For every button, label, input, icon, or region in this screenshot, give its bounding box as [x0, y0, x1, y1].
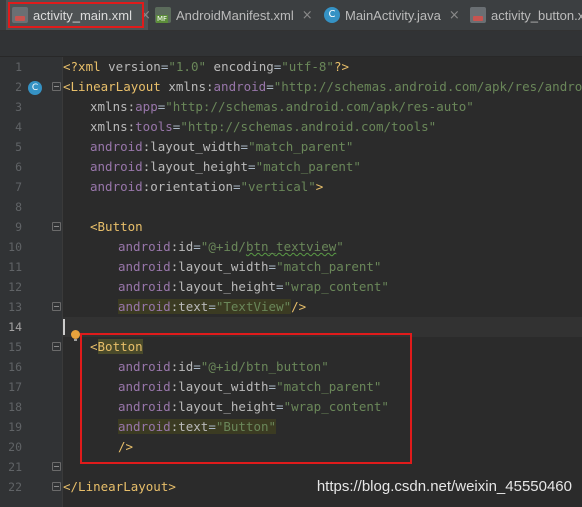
tab-activity-main-xml[interactable]: activity_main.xml ×: [6, 0, 151, 30]
fold-toggle-icon[interactable]: [52, 82, 61, 91]
line-number: 20: [8, 440, 22, 454]
code-line-22: </LinearLayout>: [63, 479, 176, 494]
code-line-19: android:text="Button": [118, 419, 277, 434]
class-marker-icon[interactable]: C: [28, 81, 42, 95]
text-caret: [63, 319, 65, 335]
tab-main-activity-java[interactable]: C MainActivity.java ×: [324, 0, 464, 30]
code-editor[interactable]: <?xml version="1.0" encoding="utf-8"?> <…: [63, 57, 582, 507]
line-number: 15: [8, 340, 22, 354]
manifest-file-icon: [155, 7, 171, 23]
line-number: 12: [8, 280, 22, 294]
code-line-6: android:layout_height="match_parent": [90, 159, 361, 174]
fold-toggle-icon[interactable]: [52, 222, 61, 231]
code-line-18: android:layout_height="wrap_content": [118, 399, 389, 414]
current-line-highlight: [63, 317, 582, 337]
code-line-17: android:layout_width="match_parent": [118, 379, 382, 394]
line-number: 8: [15, 200, 22, 214]
fold-toggle-icon[interactable]: [52, 302, 61, 311]
line-number: 17: [8, 380, 22, 394]
tab-label: activity_button.xm: [491, 7, 582, 23]
java-class-icon: C: [324, 7, 340, 23]
code-line-11: android:layout_width="match_parent": [118, 259, 382, 274]
code-line-7: android:orientation="vertical">: [90, 179, 324, 194]
code-line-10: android:id="@+id/btn_textview": [118, 239, 344, 254]
code-line-20: />: [118, 439, 134, 454]
fold-toggle-icon[interactable]: [52, 482, 61, 491]
line-number: 16: [8, 360, 22, 374]
code-line-4: xmlns:tools="http://schemas.android.com/…: [90, 119, 437, 134]
code-line-16: android:id="@+id/btn_button": [118, 359, 329, 374]
tab-label: MainActivity.java: [345, 7, 441, 23]
breadcrumb-bar: [0, 31, 582, 57]
tab-label: AndroidManifest.xml: [176, 7, 294, 23]
line-number: 1: [15, 60, 22, 74]
code-line-3: xmlns:app="http://schemas.android.com/ap…: [90, 99, 474, 114]
code-line-1: <?xml version="1.0" encoding="utf-8"?>: [63, 59, 350, 74]
code-line-9: <Button: [90, 219, 143, 234]
intention-bulb-icon[interactable]: [71, 330, 80, 341]
fold-toggle-icon[interactable]: [52, 462, 61, 471]
watermark: https://blog.csdn.net/weixin_45550460: [316, 478, 572, 495]
code-line-2: <LinearLayout xmlns:android="http://sche…: [63, 79, 582, 94]
line-number-gutter: 1 2 3 4 5 6 7 8 9 10 11 12 13 14 15 16 1…: [0, 57, 63, 507]
code-line-13: android:text="TextView"/>: [118, 299, 307, 314]
line-number: 5: [15, 140, 22, 154]
close-icon[interactable]: ×: [302, 8, 313, 23]
line-number: 19: [8, 420, 22, 434]
line-number: 13: [8, 300, 22, 314]
editor-tab-bar: activity_main.xml × AndroidManifest.xml …: [0, 0, 582, 31]
line-number: 11: [8, 260, 22, 274]
tab-label: activity_main.xml: [33, 7, 132, 23]
line-number: 21: [8, 460, 22, 474]
xml-file-icon: [470, 7, 486, 23]
code-line-12: android:layout_height="wrap_content": [118, 279, 389, 294]
line-number: 6: [15, 160, 22, 174]
code-line-15: <Botton: [90, 339, 143, 354]
code-line-5: android:layout_width="match_parent": [90, 139, 354, 154]
line-number: 3: [15, 100, 22, 114]
line-number: 22: [8, 480, 22, 494]
line-number: 2: [15, 80, 22, 94]
tab-activity-button-xml[interactable]: activity_button.xm: [470, 0, 582, 30]
close-icon[interactable]: ×: [140, 8, 151, 23]
line-number: 10: [8, 240, 22, 254]
close-icon[interactable]: ×: [449, 8, 460, 23]
line-number: 14: [8, 320, 22, 334]
line-number: 18: [8, 400, 22, 414]
line-number: 4: [15, 120, 22, 134]
line-number: 9: [15, 220, 22, 234]
xml-file-icon: [12, 7, 28, 23]
fold-toggle-icon[interactable]: [52, 342, 61, 351]
line-number: 7: [15, 180, 22, 194]
tab-android-manifest-xml[interactable]: AndroidManifest.xml ×: [155, 0, 320, 30]
